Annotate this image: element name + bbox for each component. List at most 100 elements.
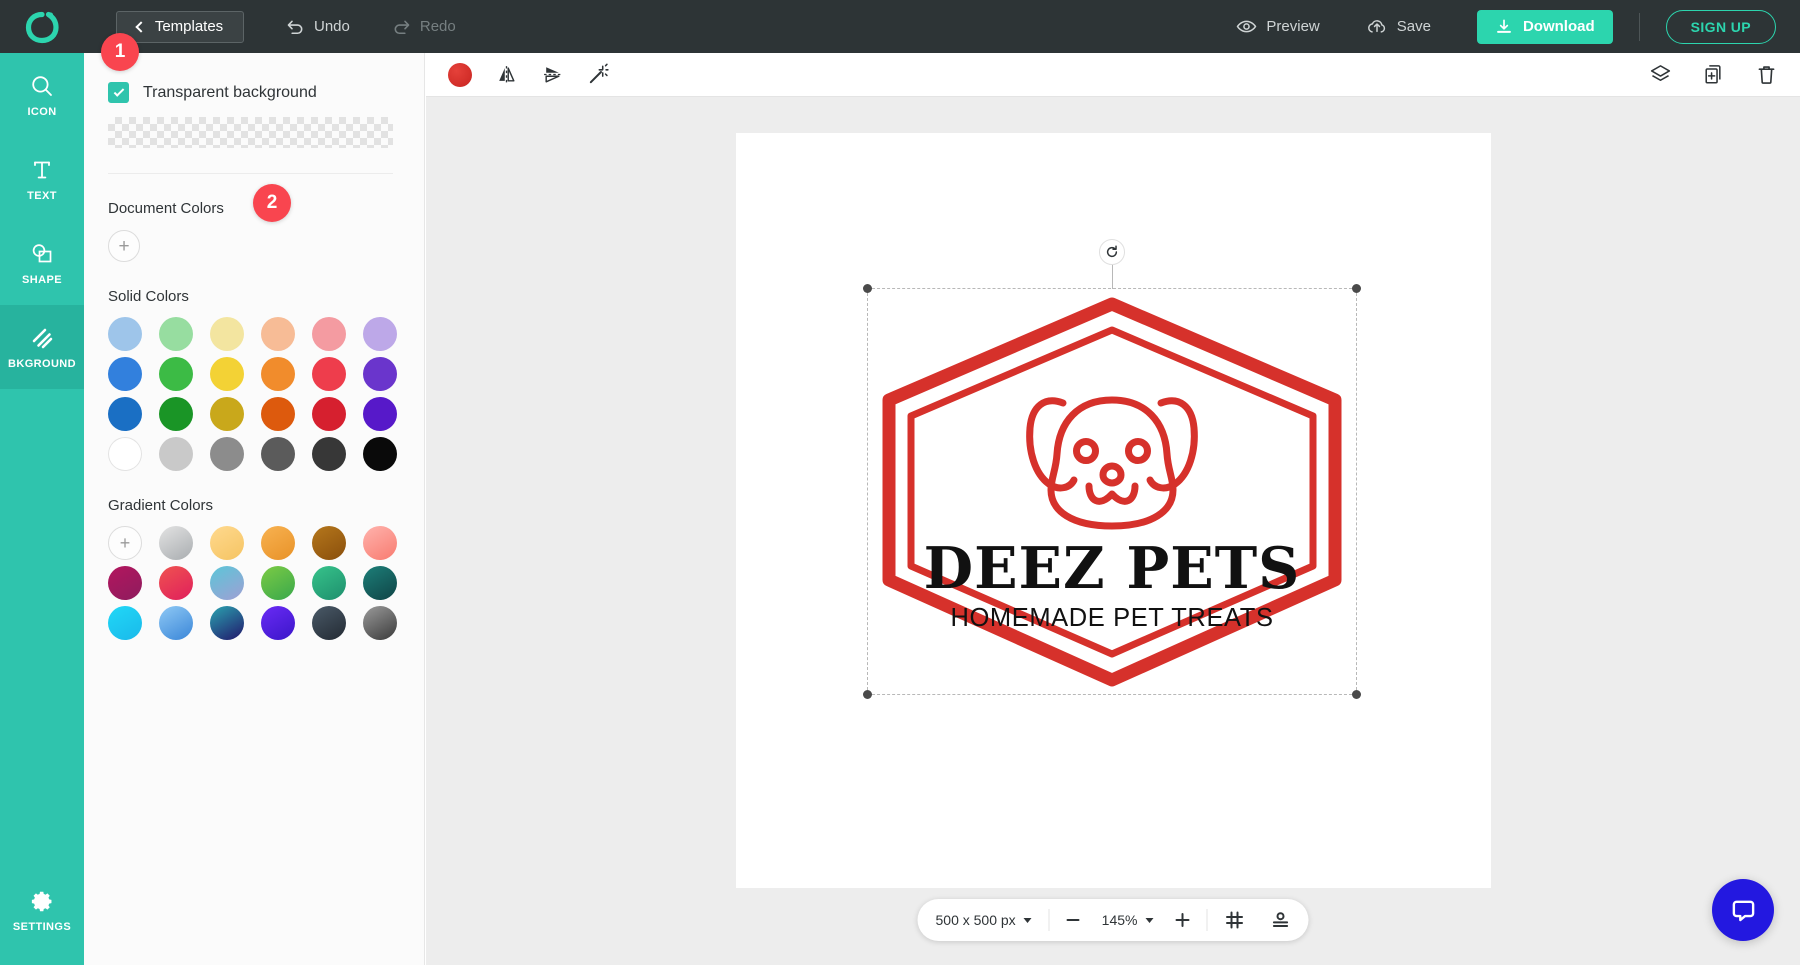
gradient-color-swatch[interactable] <box>159 526 193 560</box>
solid-color-swatch[interactable] <box>261 397 295 431</box>
transparent-background-checkbox[interactable] <box>108 82 129 103</box>
delete-button[interactable] <box>1755 63 1778 86</box>
solid-color-swatch[interactable] <box>159 437 193 471</box>
gradient-color-swatch[interactable] <box>363 526 397 560</box>
sidebar-item-bkground[interactable]: BKGROUND <box>0 305 84 389</box>
zoom-level-label: 145% <box>1102 912 1138 928</box>
gradient-color-swatch[interactable] <box>261 526 295 560</box>
snap-toggle-button[interactable] <box>1270 910 1290 930</box>
zoom-out-button[interactable] <box>1067 919 1080 922</box>
duplicate-button[interactable] <box>1702 63 1725 86</box>
gradient-color-swatch[interactable] <box>210 526 244 560</box>
gradient-color-swatch[interactable] <box>159 606 193 640</box>
rotate-handle[interactable] <box>1099 239 1125 265</box>
flip-horizontal-icon <box>495 63 518 86</box>
layers-icon <box>1649 63 1672 86</box>
artboard[interactable]: DEEZ PETS HOMEMADE PET TREATS <box>736 133 1491 888</box>
resize-handle-top-right[interactable] <box>1352 284 1361 293</box>
canvas-toolbar <box>426 53 1800 97</box>
solid-color-swatch[interactable] <box>363 317 397 351</box>
sidebar-item-icon[interactable]: ICON <box>0 53 84 137</box>
gradient-color-swatch[interactable] <box>261 566 295 600</box>
canvas-size-dropdown[interactable]: 500 x 500 px <box>936 912 1032 928</box>
resize-handle-bottom-left[interactable] <box>863 690 872 699</box>
solid-color-swatch[interactable] <box>108 397 142 431</box>
layers-button[interactable] <box>1649 63 1672 86</box>
zoom-in-button[interactable] <box>1175 913 1189 927</box>
solid-color-swatch[interactable] <box>159 357 193 391</box>
top-toolbar-right: Preview Save Download SIGN UP <box>1236 10 1800 44</box>
duplicate-icon <box>1702 63 1725 86</box>
solid-color-swatch[interactable] <box>210 317 244 351</box>
sidebar-item-settings-label: SETTINGS <box>13 921 71 933</box>
gradient-color-swatch[interactable] <box>108 606 142 640</box>
solid-color-swatch[interactable] <box>210 357 244 391</box>
solid-color-swatch[interactable] <box>261 437 295 471</box>
gradient-color-swatch[interactable] <box>261 606 295 640</box>
fill-color-swatch[interactable] <box>448 63 472 87</box>
gradient-color-swatch[interactable] <box>363 606 397 640</box>
chat-widget-button[interactable] <box>1712 879 1774 941</box>
solid-color-swatch[interactable] <box>312 437 346 471</box>
signup-button[interactable]: SIGN UP <box>1666 10 1776 44</box>
undo-button[interactable]: Undo <box>286 17 350 36</box>
download-button[interactable]: Download <box>1477 10 1613 44</box>
templates-button[interactable]: Templates <box>116 11 244 43</box>
solid-color-swatch[interactable] <box>108 317 142 351</box>
resize-handle-bottom-right[interactable] <box>1352 690 1361 699</box>
selection-box[interactable] <box>867 288 1357 695</box>
solid-color-swatch[interactable] <box>210 437 244 471</box>
transparent-background-row[interactable]: Transparent background <box>108 82 400 103</box>
save-label: Save <box>1397 18 1431 35</box>
gear-icon <box>30 889 55 914</box>
preview-button[interactable]: Preview <box>1236 16 1319 37</box>
solid-color-swatch[interactable] <box>261 357 295 391</box>
gradient-color-swatch[interactable] <box>312 526 346 560</box>
solid-color-swatch[interactable] <box>108 357 142 391</box>
redo-button[interactable]: Redo <box>392 17 456 36</box>
solid-color-swatch[interactable] <box>159 397 193 431</box>
solid-color-swatch[interactable] <box>312 397 346 431</box>
flip-vertical-button[interactable] <box>541 63 564 86</box>
cloud-save-icon <box>1366 16 1388 38</box>
sidebar-item-shape[interactable]: SHAPE <box>0 221 84 305</box>
transparent-background-label: Transparent background <box>143 84 317 102</box>
solid-color-swatch[interactable] <box>312 357 346 391</box>
gradient-color-swatch[interactable] <box>210 566 244 600</box>
app-logo[interactable] <box>0 0 84 53</box>
zoombar-divider-1 <box>1049 909 1050 931</box>
add-gradient-color-button[interactable]: + <box>108 526 142 560</box>
left-rail: ICON TEXT SHAPE BKGROUND <box>0 53 84 965</box>
transparency-preview <box>108 117 393 148</box>
templates-button-label: Templates <box>155 18 223 35</box>
solid-color-swatch[interactable] <box>210 397 244 431</box>
gradient-color-swatch[interactable] <box>312 566 346 600</box>
zoom-level-dropdown[interactable]: 145% <box>1102 912 1154 928</box>
solid-color-swatch[interactable] <box>363 397 397 431</box>
add-document-color-button[interactable]: + <box>108 230 140 262</box>
gradient-color-swatch[interactable] <box>210 606 244 640</box>
solid-color-swatch[interactable] <box>363 437 397 471</box>
grid-toggle-button[interactable] <box>1224 910 1244 930</box>
flip-horizontal-button[interactable] <box>495 63 518 86</box>
zoom-bar: 500 x 500 px 145% <box>918 899 1309 941</box>
gradient-color-swatch[interactable] <box>108 566 142 600</box>
canvas-area: DEEZ PETS HOMEMADE PET TREATS <box>426 53 1800 965</box>
redo-icon <box>392 17 411 36</box>
save-button[interactable]: Save <box>1366 16 1431 38</box>
check-icon <box>113 86 124 97</box>
sidebar-item-settings[interactable]: SETTINGS <box>0 869 84 953</box>
gradient-color-swatch[interactable] <box>363 566 397 600</box>
solid-color-swatch[interactable] <box>363 357 397 391</box>
magic-effects-button[interactable] <box>587 63 610 86</box>
solid-color-swatch[interactable] <box>108 437 142 471</box>
solid-color-swatch[interactable] <box>159 317 193 351</box>
solid-color-swatch[interactable] <box>261 317 295 351</box>
rotate-stem <box>1112 263 1113 289</box>
canvas-size-label: 500 x 500 px <box>936 912 1016 928</box>
sidebar-item-text[interactable]: TEXT <box>0 137 84 221</box>
resize-handle-top-left[interactable] <box>863 284 872 293</box>
gradient-color-swatch[interactable] <box>312 606 346 640</box>
solid-color-swatch[interactable] <box>312 317 346 351</box>
gradient-color-swatch[interactable] <box>159 566 193 600</box>
